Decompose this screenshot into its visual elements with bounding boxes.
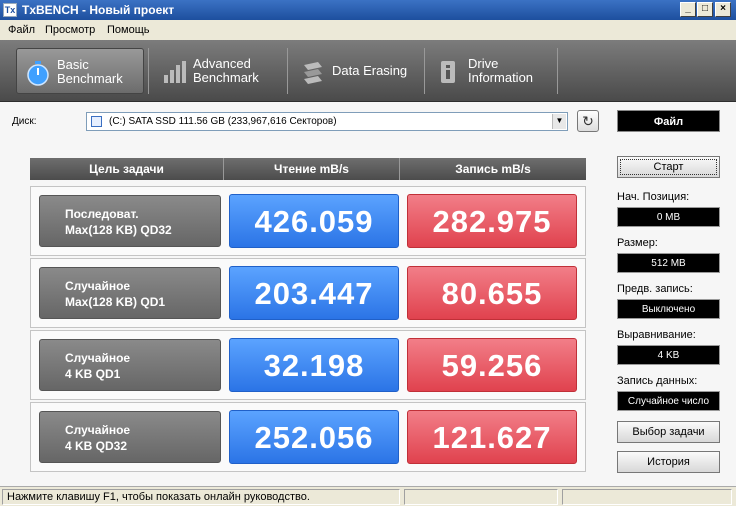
tab-drive-line1: Drive (468, 56, 499, 71)
task-button-random-128k-qd1[interactable]: Случайное Max(128 KB) QD1 (39, 267, 221, 319)
menu-bar: Файл Просмотр Помощь (0, 20, 736, 40)
task-button-seq-qd32[interactable]: Последоват. Max(128 KB) QD32 (39, 195, 221, 247)
bar-chart-icon (164, 61, 186, 83)
write-value: 80.655 (407, 266, 577, 320)
table-row: Последоват. Max(128 KB) QD32 426.059 282… (30, 186, 586, 256)
refresh-icon: ↻ (582, 113, 594, 129)
prewrite-value[interactable]: Выключено (617, 299, 720, 319)
window-title: TxBENCH - Новый проект (22, 3, 175, 17)
toolbar-separator (287, 48, 288, 94)
write-data-value[interactable]: Случайное число (617, 391, 720, 411)
task-line2: 4 KB QD32 (65, 439, 128, 453)
read-value: 252.056 (229, 410, 399, 464)
task-line2: Max(128 KB) QD1 (65, 295, 166, 309)
table-row: Случайное 4 KB QD1 32.198 59.256 (30, 330, 586, 400)
menu-help[interactable]: Помощь (107, 24, 150, 36)
tab-drive-line2: Information (468, 70, 534, 85)
tab-advanced-benchmark[interactable]: Advanced Benchmark (153, 48, 283, 94)
task-line1: Случайное (65, 351, 131, 365)
header-task: Цель задачи (30, 158, 224, 180)
status-panel-3 (562, 489, 732, 505)
task-line2: 4 KB QD1 (65, 367, 121, 381)
task-line1: Случайное (65, 279, 131, 293)
disk-label: Диск: (12, 116, 37, 127)
chevron-down-icon[interactable]: ▼ (552, 114, 566, 129)
tab-basic-line2: Benchmark (57, 71, 123, 86)
status-hint: Нажмите клавишу F1, чтобы показать онлай… (2, 489, 400, 505)
task-line1: Случайное (65, 423, 131, 437)
minimize-button[interactable]: _ (680, 2, 696, 17)
tab-drive-information[interactable]: Drive Information (428, 48, 556, 94)
size-label: Размер: (617, 237, 658, 249)
tab-data-erasing[interactable]: Data Erasing (292, 48, 422, 94)
header-read: Чтение mB/s (224, 158, 400, 180)
prewrite-label: Предв. запись: (617, 283, 693, 295)
read-value: 203.447 (229, 266, 399, 320)
toolbar-separator (424, 48, 425, 94)
header-write: Запись mB/s (400, 158, 586, 180)
table-row: Случайное Max(128 KB) QD1 203.447 80.655 (30, 258, 586, 328)
main-toolbar: Basic Benchmark Advanced Benchmark Data Er… (0, 40, 736, 102)
tab-advanced-line1: Advanced (193, 56, 251, 71)
tab-advanced-line2: Benchmark (193, 70, 259, 85)
tab-basic-line1: Basic (57, 57, 89, 72)
status-bar: Нажмите клавишу F1, чтобы показать онлай… (0, 486, 736, 506)
toolbar-separator (557, 48, 558, 94)
stopwatch-icon (27, 61, 49, 86)
write-value: 59.256 (407, 338, 577, 392)
disk-dropdown[interactable]: (C:) SATA SSD 111.56 GB (233,967,616 Сек… (86, 112, 568, 131)
drive-icon (91, 116, 102, 127)
tab-erasing-line1: Data Erasing (332, 63, 408, 78)
disk-selected-value: (C:) SATA SSD 111.56 GB (233,967,616 Сек… (109, 116, 337, 127)
size-value[interactable]: 512 MB (617, 253, 720, 273)
history-button[interactable]: История (617, 451, 720, 473)
menu-view[interactable]: Просмотр (45, 24, 95, 36)
write-value: 282.975 (407, 194, 577, 248)
task-button-random-4k-qd32[interactable]: Случайное 4 KB QD32 (39, 411, 221, 463)
write-value: 121.627 (407, 410, 577, 464)
task-line1: Последоват. (65, 207, 139, 221)
tab-basic-benchmark[interactable]: Basic Benchmark (16, 48, 144, 94)
status-panel-2 (404, 489, 558, 505)
write-data-label: Запись данных: (617, 375, 698, 387)
start-button[interactable]: Старт (617, 156, 720, 178)
title-bar: Tx TxBENCH - Новый проект _ □ × (0, 0, 736, 20)
refresh-button[interactable]: ↻ (577, 110, 599, 132)
close-button[interactable]: × (715, 2, 731, 17)
file-button[interactable]: Файл (617, 110, 720, 132)
menu-file[interactable]: Файл (8, 24, 35, 36)
read-value: 32.198 (229, 338, 399, 392)
drive-info-icon (441, 61, 455, 83)
task-button-random-4k-qd1[interactable]: Случайное 4 KB QD1 (39, 339, 221, 391)
read-value: 426.059 (229, 194, 399, 248)
eraser-icon (304, 62, 322, 84)
maximize-button[interactable]: □ (697, 2, 713, 17)
start-position-label: Нач. Позиция: (617, 191, 690, 203)
start-position-value[interactable]: 0 MB (617, 207, 720, 227)
benchmark-panel: Диск: (C:) SATA SSD 111.56 GB (233,967,6… (0, 102, 736, 486)
task-line2: Max(128 KB) QD32 (65, 223, 172, 237)
toolbar-separator (148, 48, 149, 94)
select-task-button[interactable]: Выбор задачи (617, 421, 720, 443)
app-icon: Tx (3, 3, 17, 17)
alignment-label: Выравнивание: (617, 329, 696, 341)
table-row: Случайное 4 KB QD32 252.056 121.627 (30, 402, 586, 472)
alignment-value[interactable]: 4 KB (617, 345, 720, 365)
